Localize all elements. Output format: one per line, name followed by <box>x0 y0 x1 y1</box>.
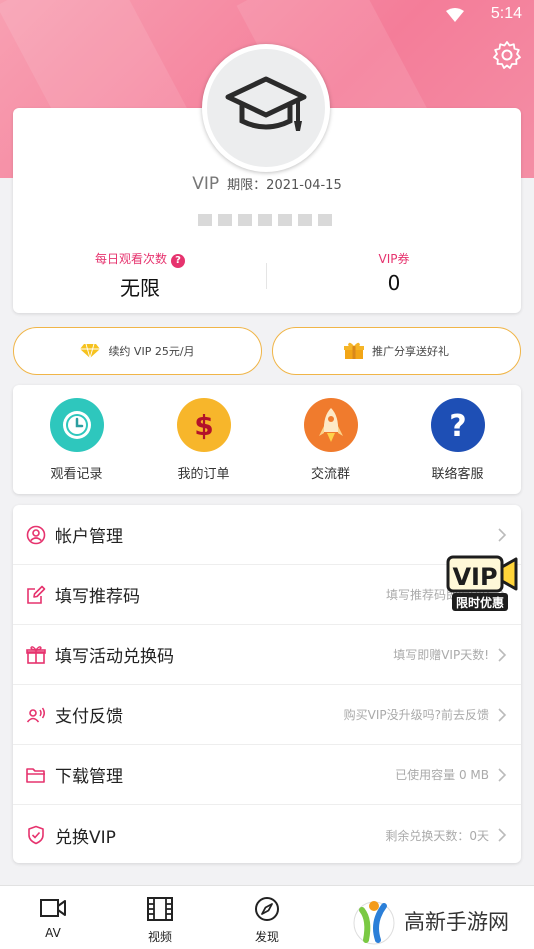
quick-group[interactable]: 交流群 <box>267 398 394 482</box>
feedback-icon <box>25 704 47 726</box>
promo-vip-text: VIP <box>452 563 497 591</box>
menu-referral-label: 填写推荐码 <box>55 587 140 607</box>
menu-exchange-vip[interactable]: 兑换VIP 剩余兑换天数：0天 <box>13 805 521 865</box>
chevron-right-icon <box>498 647 507 662</box>
expiry-date: 2021-04-15 <box>266 178 342 193</box>
share-button[interactable]: 推广分享送好礼 <box>272 327 521 375</box>
compass-icon <box>255 897 279 921</box>
menu-exchange-vip-label: 兑换VIP <box>55 827 116 848</box>
share-label: 推广分享送好礼 <box>372 345 449 358</box>
tab-av-label: AV <box>45 926 61 940</box>
menu-downloads-hint: 已使用容量 0 MB <box>395 768 489 782</box>
menu-downloads[interactable]: 下载管理 已使用容量 0 MB <box>13 745 521 805</box>
quick-history-label: 观看记录 <box>50 467 103 482</box>
rocket-icon <box>303 398 358 452</box>
edit-icon <box>25 584 47 606</box>
tab-video[interactable]: 视频 <box>130 896 190 945</box>
user-icon <box>25 524 47 546</box>
menu-account[interactable]: 帐户管理 <box>13 505 521 565</box>
promo-limited-text: 限时优惠 <box>456 595 504 610</box>
menu-exchange-vip-hint: 剩余兑换天数：0天 <box>385 828 489 843</box>
film-icon <box>147 897 173 921</box>
menu-payment-feedback[interactable]: 支付反馈 购买VIP没升级吗?前去反馈 <box>13 685 521 745</box>
renew-vip-label: 续约 VIP 25元/月 <box>108 345 195 358</box>
quick-group-label: 交流群 <box>310 467 350 482</box>
tab-discover[interactable]: 发现 <box>237 896 297 945</box>
menu-downloads-label: 下载管理 <box>55 767 123 787</box>
menu-redeem-code-hint: 填写即赠VIP天数! <box>393 648 489 662</box>
watermark-text: 高新手游网 <box>404 910 509 934</box>
quick-orders[interactable]: $ 我的订单 <box>140 398 267 482</box>
vip-status-line: VIP 期限：2021-04-15 <box>13 174 521 194</box>
daily-views-stat: 每日观看次数? 无限 <box>13 250 267 301</box>
vip-coupon-value: 0 <box>387 271 401 295</box>
dollar-icon: $ <box>176 398 231 452</box>
daily-views-label: 每日观看次数 <box>94 252 167 266</box>
wifi-icon <box>446 8 464 22</box>
daily-views-value: 无限 <box>120 276 160 300</box>
vip-coupon-label: VIP券 <box>378 252 410 266</box>
avatar[interactable] <box>202 44 330 172</box>
menu-redeem-code-label: 填写活动兑换码 <box>55 647 174 667</box>
clock-icon <box>49 398 104 452</box>
menu-referral[interactable]: 填写推荐码 填写推荐码即赠VIP <box>13 565 521 625</box>
gift-box-icon <box>344 342 364 359</box>
svg-text:$: $ <box>194 409 213 442</box>
quick-support-label: 联络客服 <box>431 467 484 482</box>
quick-support[interactable]: ? 联络客服 <box>394 398 521 482</box>
quick-actions-card: 观看记录 $ 我的订单 交流群 ? 联络客服 <box>13 385 521 494</box>
svg-text:?: ? <box>449 409 466 442</box>
site-watermark: 高新手游网 <box>352 896 509 946</box>
tab-video-label: 视频 <box>147 930 172 944</box>
tab-av[interactable]: AV <box>23 896 83 940</box>
shield-icon <box>25 824 47 846</box>
vip-promo-badge[interactable]: VIP 限时优惠 <box>446 553 518 615</box>
tab-discover-label: 发现 <box>254 930 279 944</box>
quick-history[interactable]: 观看记录 <box>13 398 140 482</box>
expiry-label: 期限： <box>227 178 267 193</box>
renew-vip-button[interactable]: 续约 VIP 25元/月 <box>13 327 262 375</box>
chevron-right-icon <box>498 828 507 842</box>
watermark-logo-icon <box>353 901 395 945</box>
chevron-right-icon <box>498 707 507 722</box>
vip-text: VIP <box>192 174 220 194</box>
menu-payment-feedback-hint: 购买VIP没升级吗?前去反馈 <box>343 708 489 722</box>
graduation-cap-icon <box>225 76 307 131</box>
vip-coupon-stat[interactable]: VIP券 0 <box>267 250 521 295</box>
chevron-right-icon <box>498 767 507 782</box>
help-icon: ? <box>430 398 485 452</box>
status-bar: 5:14 <box>0 0 534 30</box>
menu-redeem-code[interactable]: 填写活动兑换码 填写即赠VIP天数! <box>13 625 521 685</box>
camera-icon <box>40 899 66 917</box>
menu-account-label: 帐户管理 <box>55 527 123 547</box>
chevron-right-icon <box>498 527 507 542</box>
menu-payment-feedback-label: 支付反馈 <box>55 707 123 727</box>
folder-icon <box>25 764 47 786</box>
settings-menu: 帐户管理 填写推荐码 填写推荐码即赠VIP 填写活动兑换码 填写即赠VIP天数!… <box>13 505 521 863</box>
gift-icon <box>25 644 47 666</box>
status-time: 5:14 <box>490 5 522 22</box>
diamond-icon <box>80 343 101 359</box>
quick-orders-label: 我的订单 <box>177 467 230 482</box>
gear-icon[interactable] <box>492 40 522 70</box>
question-icon[interactable]: ? <box>171 254 185 268</box>
username-blurred <box>198 214 332 226</box>
